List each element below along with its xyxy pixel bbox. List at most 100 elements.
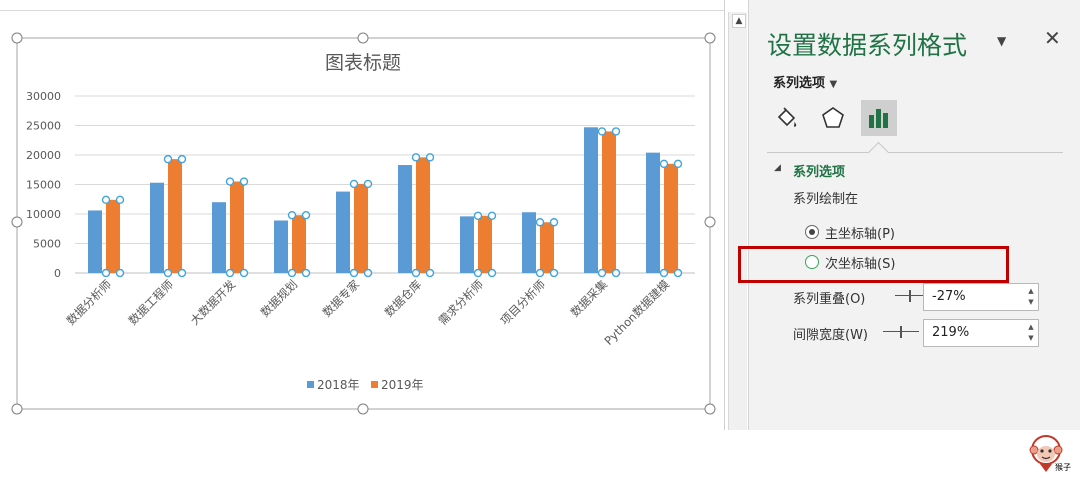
selection-handle[interactable]	[239, 268, 249, 278]
slider-thumb[interactable]	[900, 326, 902, 338]
selection-handle[interactable]	[535, 268, 545, 278]
secondary-axis-label[interactable]: 次坐标轴(S)	[825, 253, 895, 272]
spin-up-icon[interactable]: ▲	[1026, 322, 1036, 333]
selection-handle[interactable]	[549, 218, 559, 227]
selection-handle[interactable]	[101, 195, 111, 205]
tab-effects[interactable]	[815, 100, 851, 136]
series-options-dropdown[interactable]: 系列选项 ▼	[773, 72, 837, 91]
resize-handle-left[interactable]	[11, 216, 23, 228]
selection-handle[interactable]	[673, 268, 683, 278]
spin-down-icon[interactable]: ▼	[1026, 297, 1036, 308]
chart[interactable]: 300002500020000150001000050000 数据分析师 数据工程…	[0, 0, 724, 430]
selection-handle[interactable]	[597, 268, 607, 278]
chart-title[interactable]: 图表标题	[325, 52, 401, 74]
worksheet-area[interactable]: 30000 25000 20000 15000 10000 5000 0 数据分析师 数据工程…	[0, 0, 725, 430]
gap-width-slider[interactable]	[883, 326, 919, 338]
bar-2019年[interactable]	[292, 215, 306, 273]
bar-2019年[interactable]	[540, 222, 554, 273]
bar-2019年[interactable]	[354, 183, 368, 273]
bar-2018年[interactable]	[150, 182, 164, 273]
tab-divider	[767, 152, 1063, 153]
selection-handle[interactable]	[659, 268, 669, 278]
bar-2018年[interactable]	[274, 220, 288, 273]
selection-handle[interactable]	[177, 154, 187, 164]
bar-2019年[interactable]	[230, 181, 244, 273]
resize-handle-top-right[interactable]	[704, 32, 716, 44]
bar-2018年[interactable]	[336, 191, 350, 273]
series-overlap-value[interactable]: -27%	[932, 289, 966, 304]
series-overlap-spinner[interactable]: ▲ ▼	[1026, 286, 1036, 308]
legend-label-2019: 2019年	[381, 378, 424, 392]
bar-2019年[interactable]	[416, 157, 430, 273]
bar-2019年[interactable]	[478, 215, 492, 273]
selection-handle[interactable]	[101, 268, 111, 278]
tab-series-options[interactable]	[861, 100, 897, 136]
bar-2018年[interactable]	[522, 212, 536, 273]
bar-2018年[interactable]	[460, 216, 474, 273]
bar-2018年[interactable]	[212, 202, 226, 273]
gap-width-value[interactable]: 219%	[932, 325, 969, 340]
selection-handle[interactable]	[597, 127, 607, 136]
gap-width-input[interactable]: 219% ▲ ▼	[923, 319, 1039, 347]
selection-handle[interactable]	[487, 211, 497, 220]
selection-handle[interactable]	[287, 268, 297, 278]
bar-2019年[interactable]	[106, 199, 120, 273]
selection-handle[interactable]	[411, 153, 421, 162]
primary-axis-label[interactable]: 主坐标轴(P)	[825, 223, 895, 242]
bar-2019年[interactable]	[602, 131, 616, 273]
selection-handle[interactable]	[239, 177, 249, 186]
selection-handle[interactable]	[363, 179, 373, 189]
selection-handle[interactable]	[487, 268, 497, 278]
selection-handle[interactable]	[115, 268, 125, 278]
selection-handle[interactable]	[659, 159, 669, 169]
slider-thumb[interactable]	[909, 290, 911, 302]
tab-fill-line[interactable]	[769, 100, 805, 136]
selection-handle[interactable]	[349, 268, 359, 278]
selection-handle[interactable]	[411, 268, 421, 278]
selection-handle[interactable]	[163, 268, 173, 278]
bar-2018年[interactable]	[398, 165, 412, 273]
series-overlap-input[interactable]: -27% ▲ ▼	[923, 283, 1039, 311]
section-title[interactable]: 系列选项	[793, 161, 845, 180]
resize-handle-top[interactable]	[357, 32, 369, 44]
selection-handle[interactable]	[473, 268, 483, 278]
resize-handle-top-left[interactable]	[11, 32, 23, 44]
pane-menu-chevron-icon[interactable]: ▼	[997, 34, 1006, 48]
spin-down-icon[interactable]: ▼	[1026, 333, 1036, 344]
resize-handle-bottom-left[interactable]	[11, 403, 23, 415]
resize-handle-bottom[interactable]	[357, 403, 369, 415]
resize-handle-right[interactable]	[704, 216, 716, 228]
selection-handle[interactable]	[163, 154, 173, 164]
selection-handle[interactable]	[301, 210, 311, 220]
selection-handle[interactable]	[177, 268, 187, 278]
spin-up-icon[interactable]: ▲	[1026, 286, 1036, 297]
gap-width-spinner[interactable]: ▲ ▼	[1026, 322, 1036, 344]
selection-handle[interactable]	[611, 268, 621, 278]
selection-handle[interactable]	[225, 177, 235, 186]
selection-handle[interactable]	[473, 211, 483, 220]
selection-handle[interactable]	[673, 159, 683, 169]
bar-2019年[interactable]	[168, 159, 182, 273]
bar-2018年[interactable]	[88, 210, 102, 273]
collapse-triangle-icon[interactable]: ◢	[774, 163, 781, 173]
bar-2018年[interactable]	[646, 152, 660, 273]
selection-handle[interactable]	[425, 153, 435, 162]
selection-handle[interactable]	[225, 268, 235, 278]
selection-handle[interactable]	[115, 195, 125, 205]
selection-handle[interactable]	[301, 268, 311, 278]
resize-handle-bottom-right[interactable]	[704, 403, 716, 415]
primary-axis-radio[interactable]	[805, 225, 819, 239]
selection-handle[interactable]	[549, 268, 559, 278]
pane-close-icon[interactable]: ✕	[1044, 26, 1061, 50]
bar-2018年[interactable]	[584, 127, 598, 274]
secondary-axis-radio[interactable]	[805, 255, 819, 269]
selection-handle[interactable]	[611, 127, 621, 136]
selection-handle[interactable]	[535, 218, 545, 227]
bar-2019年[interactable]	[664, 163, 678, 273]
vertical-scrollbar[interactable]: ▲	[728, 12, 747, 430]
selection-handle[interactable]	[287, 210, 297, 220]
selection-handle[interactable]	[349, 179, 359, 189]
selection-handle[interactable]	[363, 268, 373, 278]
scroll-up-arrow-icon[interactable]: ▲	[732, 14, 746, 28]
selection-handle[interactable]	[425, 268, 435, 278]
